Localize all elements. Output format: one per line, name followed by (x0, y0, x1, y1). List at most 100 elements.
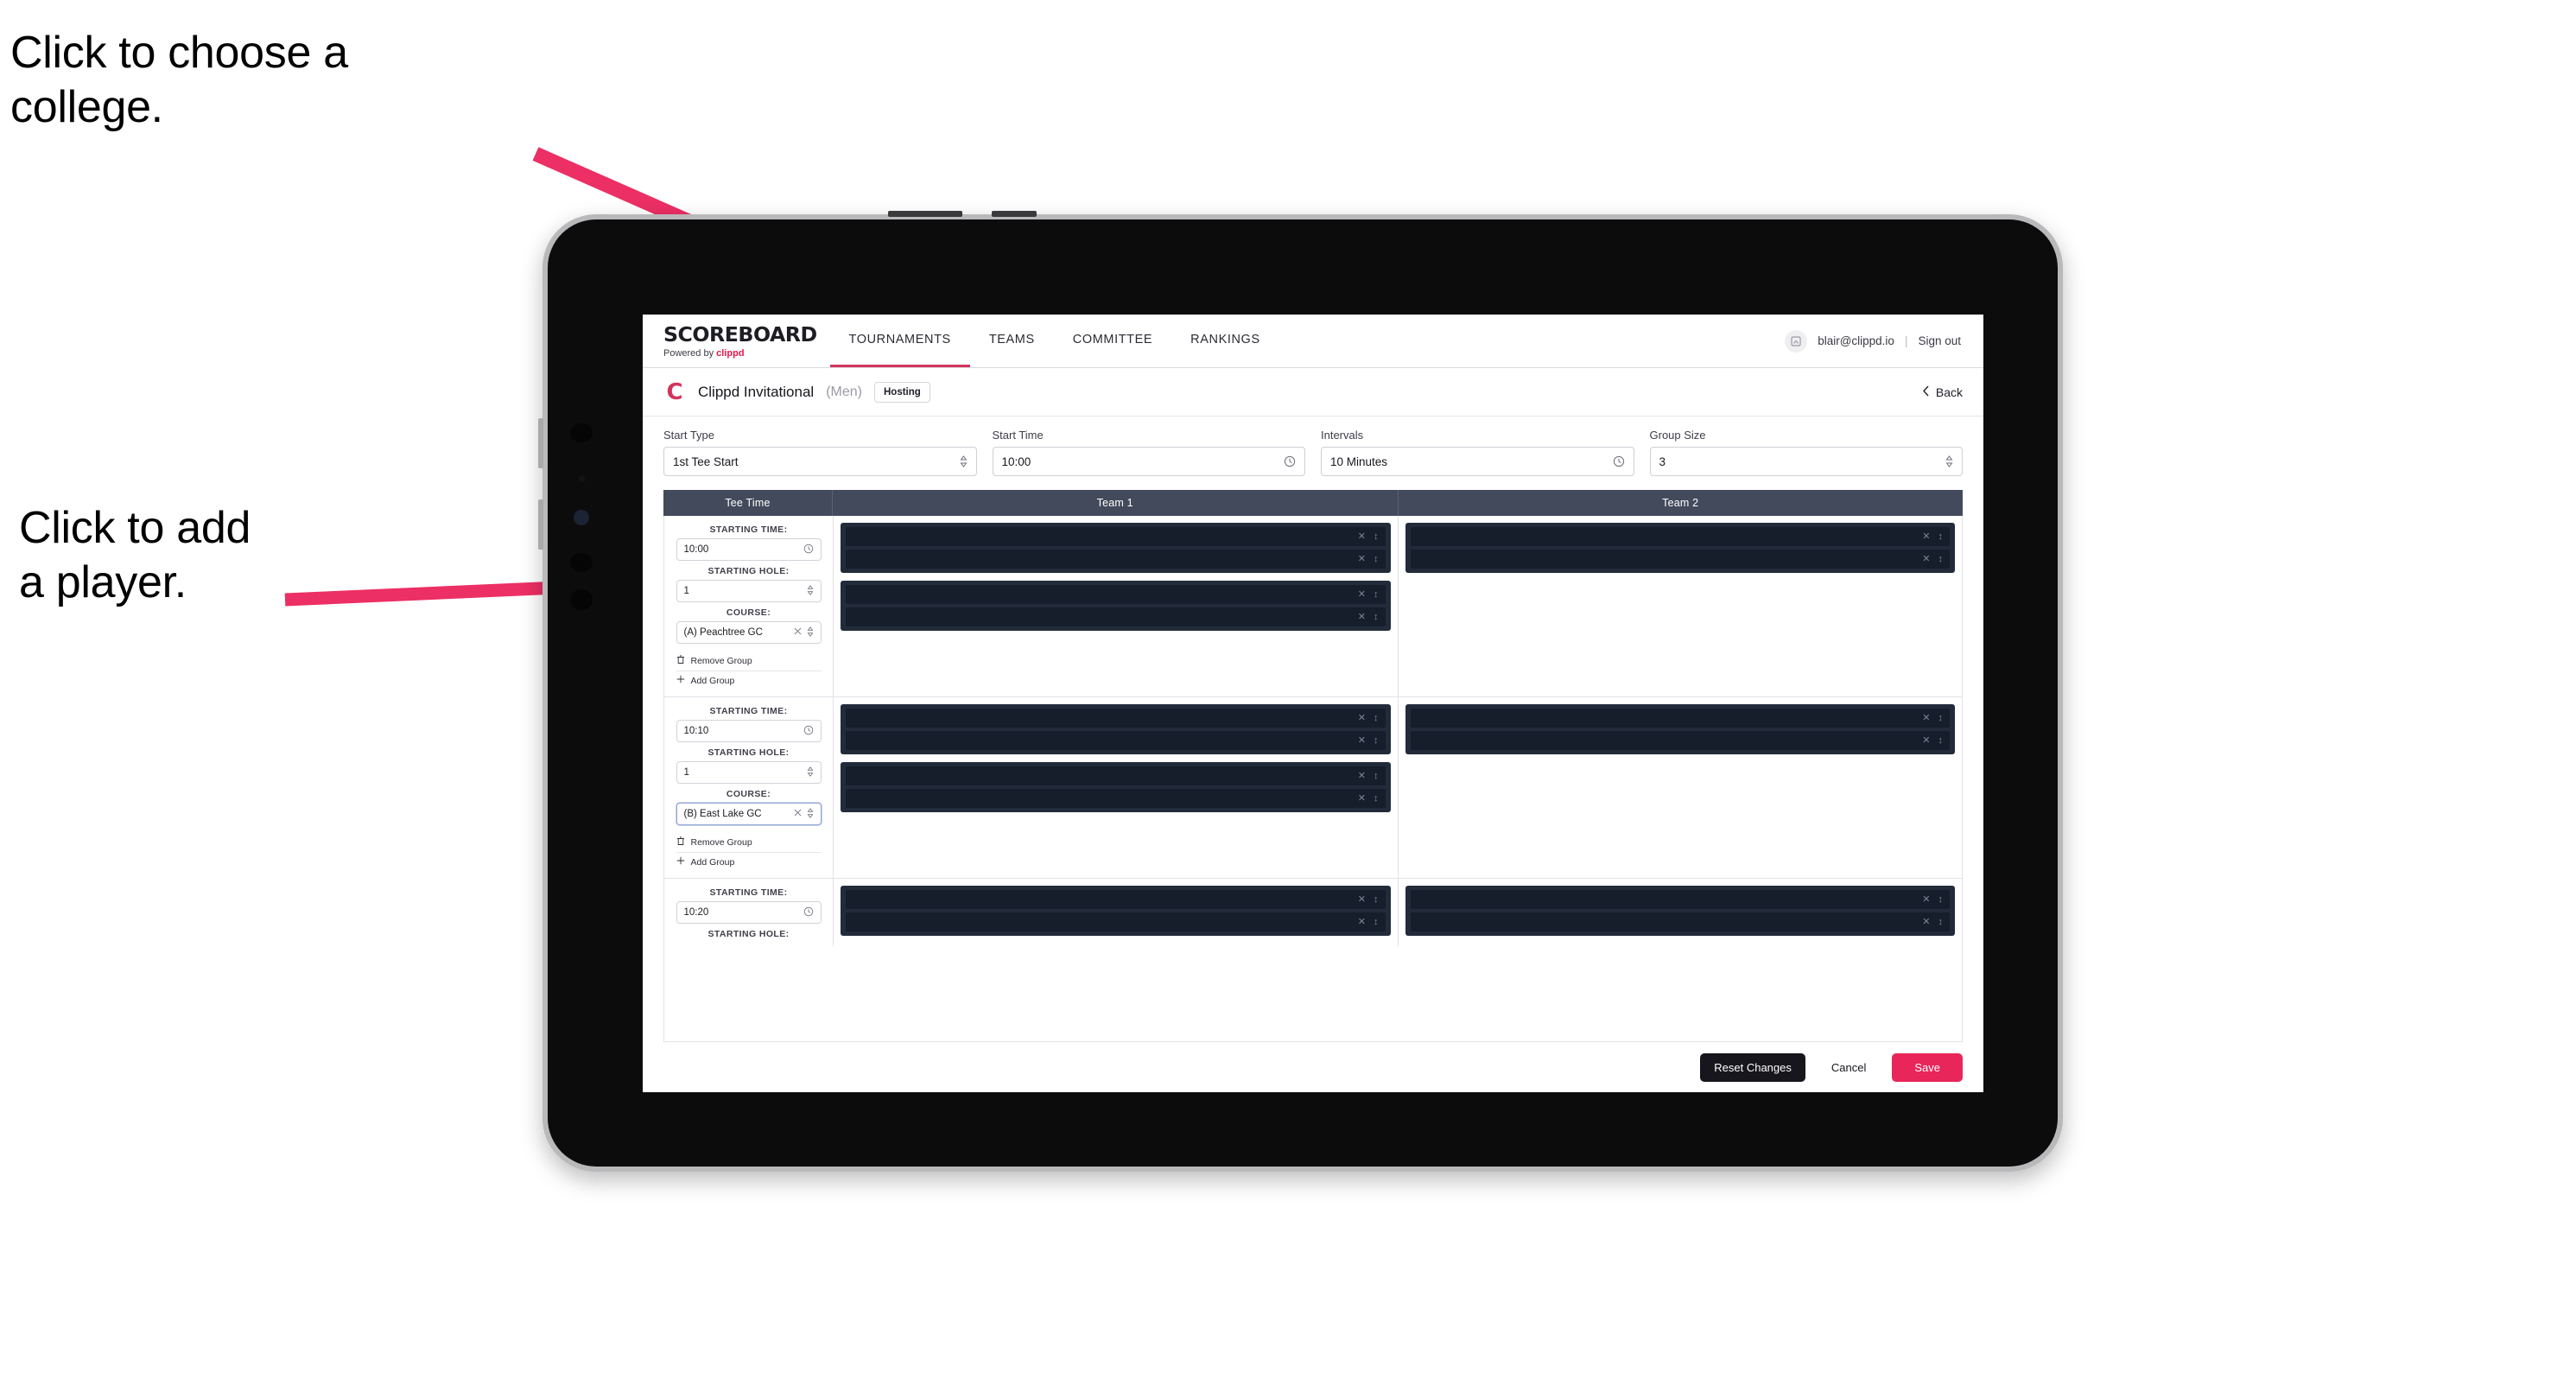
intervals-input[interactable]: 10 Minutes (1321, 447, 1634, 476)
close-x-icon[interactable]: ✕ (1922, 554, 1930, 564)
starting-time-input[interactable]: 10:10 (676, 720, 822, 742)
player-slot[interactable]: ✕ ↕ (846, 912, 1386, 931)
player-slot[interactable]: ✕ ↕ (1410, 912, 1950, 931)
stepper-icon[interactable]: ↕ (1374, 793, 1379, 804)
close-x-icon[interactable]: ✕ (1358, 531, 1366, 542)
close-x-icon[interactable]: ✕ (1358, 612, 1366, 622)
player-panel: ✕ ↕ ✕ ↕ (841, 704, 1391, 754)
group-size-stepper[interactable]: 3 (1649, 447, 1963, 476)
team-2-cell: ✕ ↕ ✕ ↕ (1399, 516, 1963, 696)
close-x-icon[interactable]: ✕ (1922, 917, 1930, 927)
close-x-icon[interactable]: ✕ (1358, 735, 1366, 746)
player-slot[interactable]: ✕ ↕ (846, 527, 1386, 546)
back-label: Back (1935, 385, 1963, 399)
close-x-icon[interactable]: ✕ (1358, 713, 1366, 723)
player-slot[interactable]: ✕ ↕ (1410, 550, 1950, 569)
stepper-icon[interactable]: ↕ (1938, 554, 1944, 564)
starting-time-input[interactable]: 10:00 (676, 538, 822, 561)
remove-group-button[interactable]: Remove Group (676, 833, 822, 853)
player-slot[interactable]: ✕ ↕ (1410, 527, 1950, 546)
close-x-icon[interactable]: ✕ (1358, 589, 1366, 600)
reset-changes-button[interactable]: Reset Changes (1700, 1052, 1805, 1082)
player-slot[interactable]: ✕ ↕ (1410, 890, 1950, 909)
player-slot[interactable]: ✕ ↕ (846, 890, 1386, 909)
starting-time-input[interactable]: 10:20 (676, 901, 822, 924)
intervals-label: Intervals (1321, 429, 1364, 442)
player-slot[interactable]: ✕ ↕ (846, 789, 1386, 808)
field-intervals: Intervals 10 Minutes (1321, 429, 1634, 476)
close-x-icon[interactable]: ✕ (1358, 554, 1366, 564)
cancel-button[interactable]: Cancel (1818, 1053, 1880, 1082)
user-avatar-icon[interactable] (1785, 329, 1808, 353)
player-slot[interactable]: ✕ ↕ (846, 766, 1386, 785)
field-group-size: Group Size 3 (1649, 429, 1963, 476)
stepper-icon[interactable]: ↕ (1374, 771, 1379, 781)
stepper-icon[interactable]: ↕ (1938, 917, 1944, 927)
group-size-value: 3 (1659, 455, 1666, 468)
stepper-icon (807, 807, 814, 821)
nav-tab-committee[interactable]: COMMITTEE (1054, 315, 1171, 367)
group-actions: Remove Group Add Group (676, 652, 822, 690)
start-time-input[interactable]: 10:00 (992, 447, 1305, 476)
back-link[interactable]: Back (1922, 385, 1963, 399)
stepper-icon[interactable]: ↕ (1938, 531, 1944, 542)
course-select[interactable]: (B) East Lake GC (676, 803, 822, 825)
clock-icon (1613, 455, 1625, 467)
sign-out-link[interactable]: Sign out (1918, 334, 1961, 347)
close-x-icon[interactable]: ✕ (1358, 793, 1366, 804)
starting-hole-stepper[interactable]: 1 (676, 580, 822, 602)
close-x-icon[interactable] (794, 809, 802, 819)
speaker-hole-icon-2 (570, 589, 593, 610)
tee-time-cell: STARTING TIME: 10:10 STARTING HOLE: 1 CO… (664, 697, 834, 878)
tablet-device-frame: SCOREBOARD Powered by clippd TOURNAMENTS… (538, 211, 2063, 1172)
column-header-tee-time: Tee Time (663, 490, 833, 516)
close-x-icon[interactable]: ✕ (1358, 917, 1366, 927)
team-2-cell: ✕ ↕ ✕ ↕ (1399, 697, 1963, 878)
stepper-icon[interactable]: ↕ (1374, 612, 1379, 622)
stepper-icon[interactable]: ↕ (1374, 713, 1379, 723)
close-x-icon[interactable]: ✕ (1922, 735, 1930, 746)
stepper-icon (807, 626, 814, 639)
player-slot[interactable]: ✕ ↕ (846, 709, 1386, 728)
close-x-icon[interactable]: ✕ (1358, 894, 1366, 905)
nav-tab-tournaments[interactable]: TOURNAMENTS (829, 315, 970, 367)
nav-user-area: blair@clippd.io | Sign out (1785, 315, 1983, 367)
course-select[interactable]: (A) Peachtree GC (676, 621, 822, 644)
stepper-icon[interactable]: ↕ (1938, 735, 1944, 746)
add-group-button[interactable]: Add Group (676, 671, 822, 690)
close-x-icon[interactable]: ✕ (1922, 713, 1930, 723)
tournament-name: Clippd Invitational (698, 383, 815, 400)
add-group-button[interactable]: Add Group (676, 853, 822, 871)
close-x-icon[interactable] (794, 627, 802, 638)
close-x-icon[interactable]: ✕ (1922, 894, 1930, 905)
column-header-team-1: Team 1 (833, 490, 1399, 516)
table-row: STARTING TIME: 10:00 STARTING HOLE: 1 CO… (664, 516, 1962, 697)
stepper-icon[interactable]: ↕ (1374, 531, 1379, 542)
stepper-icon[interactable]: ↕ (1938, 894, 1944, 905)
player-slot[interactable]: ✕ ↕ (1410, 709, 1950, 728)
start-type-select[interactable]: 1st Tee Start (663, 447, 977, 476)
remove-group-button[interactable]: Remove Group (676, 652, 822, 671)
stepper-icon[interactable]: ↕ (1374, 735, 1379, 746)
stepper-icon[interactable]: ↕ (1374, 554, 1379, 564)
player-slot[interactable]: ✕ ↕ (846, 585, 1386, 604)
stepper-icon[interactable]: ↕ (1938, 713, 1944, 723)
close-x-icon[interactable]: ✕ (1922, 531, 1930, 542)
player-slot[interactable]: ✕ ↕ (1410, 731, 1950, 750)
player-slot[interactable]: ✕ ↕ (846, 731, 1386, 750)
player-panel: ✕ ↕ ✕ ↕ (1405, 523, 1955, 573)
close-x-icon[interactable]: ✕ (1358, 771, 1366, 781)
stepper-icon[interactable]: ↕ (1374, 894, 1379, 905)
team-1-cell: ✕ ↕ ✕ ↕ (834, 879, 1399, 946)
stepper-icon[interactable]: ↕ (1374, 589, 1379, 600)
stepper-icon[interactable]: ↕ (1374, 917, 1379, 927)
player-slot[interactable]: ✕ ↕ (846, 550, 1386, 569)
tournament-header-bar: C Clippd Invitational (Men) Hosting Back (643, 368, 1983, 416)
tee-times-table-body[interactable]: STARTING TIME: 10:00 STARTING HOLE: 1 CO… (663, 516, 1963, 1042)
starting-hole-stepper[interactable]: 1 (676, 761, 822, 784)
player-slot[interactable]: ✕ ↕ (846, 607, 1386, 626)
nav-tab-teams[interactable]: TEAMS (970, 315, 1054, 367)
brand-logo[interactable]: SCOREBOARD Powered by clippd (643, 315, 830, 367)
save-button[interactable]: Save (1892, 1052, 1963, 1082)
nav-tab-rankings[interactable]: RANKINGS (1171, 315, 1279, 367)
